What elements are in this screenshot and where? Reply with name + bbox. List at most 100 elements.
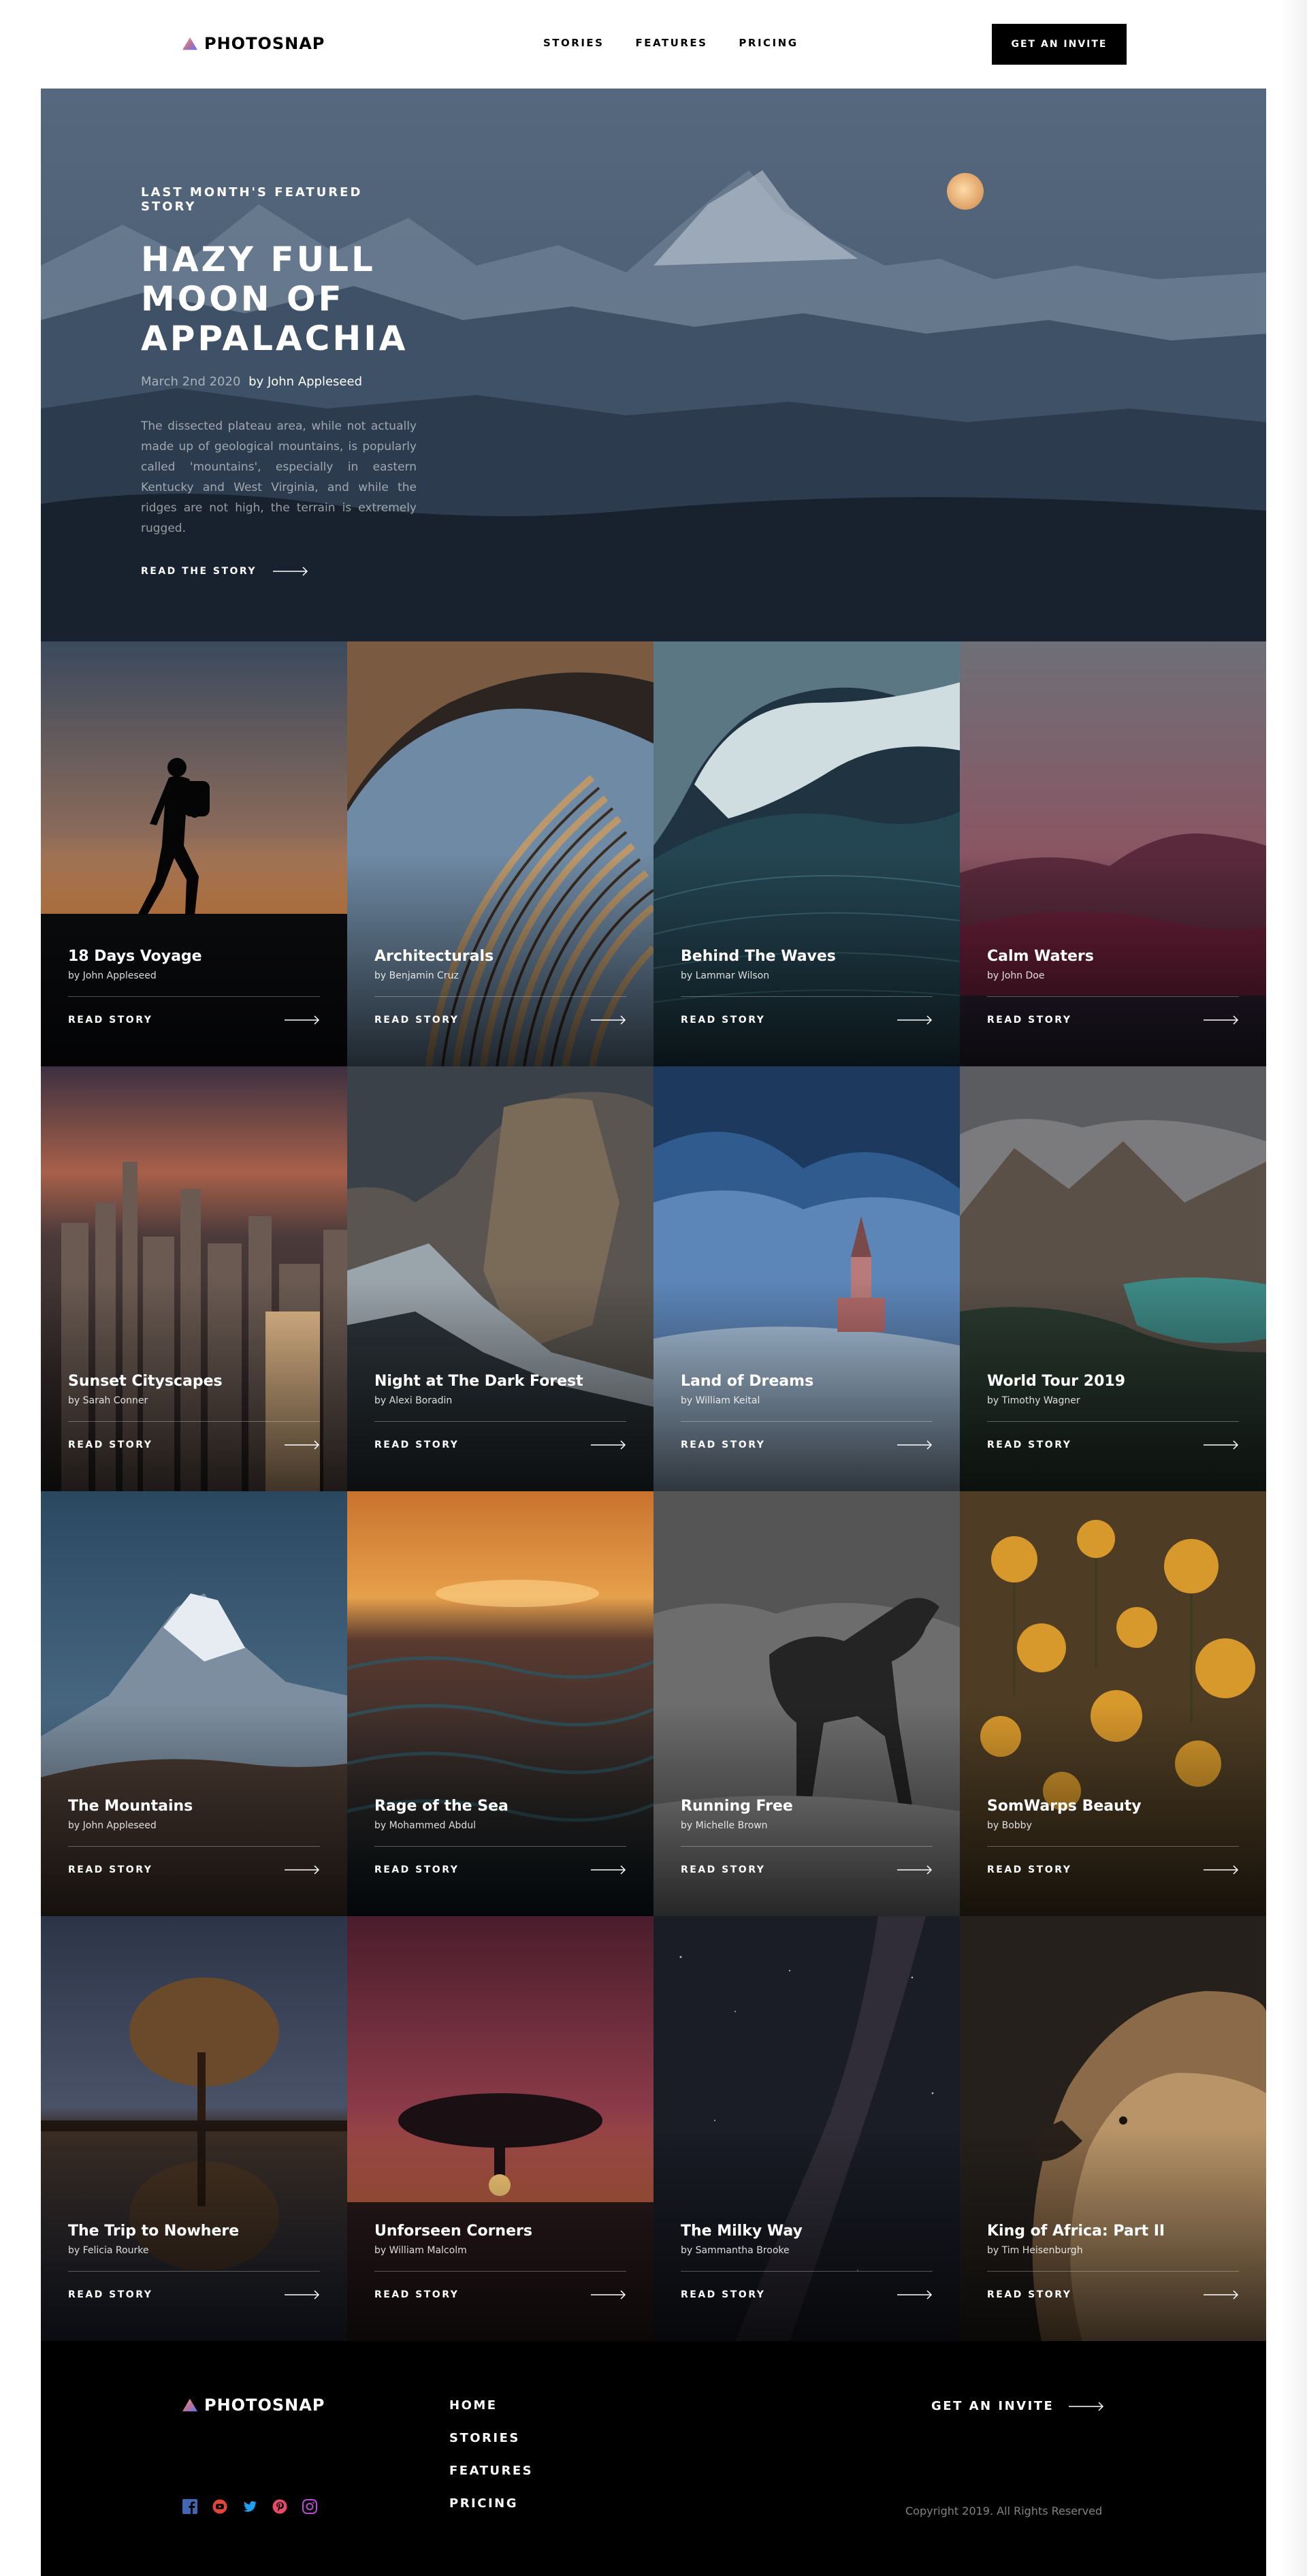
story-title: Land of Dreams	[681, 1373, 814, 1390]
hero-author: by John Appleseed	[248, 375, 363, 389]
read-story-link[interactable]: READ STORY	[681, 1015, 933, 1025]
hero-title-line: HAZY FULL	[141, 240, 376, 279]
story-card[interactable]: Land of Dreams by William Keital READ ST…	[654, 1066, 960, 1491]
nav-features[interactable]: FEATURES	[635, 37, 707, 49]
pinterest-icon[interactable]	[272, 2499, 287, 2514]
read-story-link[interactable]: READ STORY	[68, 1015, 320, 1025]
divider	[68, 1846, 320, 1847]
arrow-right-icon	[285, 1865, 320, 1875]
read-story-label: READ STORY	[374, 2289, 459, 2300]
arrow-right-icon	[897, 1015, 933, 1025]
read-story-link[interactable]: READ STORY	[681, 1440, 933, 1450]
divider	[987, 996, 1239, 997]
story-card[interactable]: Running Free by Michelle Brown READ STOR…	[654, 1491, 960, 1916]
story-title: Calm Waters	[987, 948, 1094, 965]
arrow-right-icon	[285, 1015, 320, 1025]
divider	[374, 2271, 626, 2272]
story-card[interactable]: King of Africa: Part II by Tim Heisenbur…	[960, 1916, 1266, 2341]
story-card-body: Running Free by Michelle Brown READ STOR…	[681, 1798, 933, 1875]
story-author: by Sarah Conner	[68, 1395, 148, 1406]
read-story-link[interactable]: READ STORY	[681, 2289, 933, 2300]
story-card-body: Calm Waters by John Doe READ STORY	[987, 948, 1239, 1025]
nav-pricing[interactable]: PRICING	[739, 37, 798, 49]
read-story-link[interactable]: READ STORY	[987, 2289, 1239, 2300]
footer-brand-logo[interactable]: PHOTOSNAP	[182, 2396, 325, 2415]
read-story-link[interactable]: READ STORY	[987, 1015, 1239, 1025]
story-card-body: Rage of the Sea by Mohammed Abdul READ S…	[374, 1798, 626, 1875]
footer-nav-features[interactable]: FEATURES	[449, 2464, 533, 2478]
footer-nav-pricing[interactable]: PRICING	[449, 2496, 533, 2511]
story-author: by Timothy Wagner	[987, 1395, 1080, 1406]
read-story-link[interactable]: READ STORY	[374, 1864, 626, 1875]
story-card-body: SomWarps Beauty by Bobby READ STORY	[987, 1798, 1239, 1875]
story-card-body: The Trip to Nowhere by Felicia Rourke RE…	[68, 2223, 320, 2300]
story-card[interactable]: The Milky Way by Sammantha Brooke READ S…	[654, 1916, 960, 2341]
arrow-right-icon	[591, 1865, 626, 1875]
brand-logo[interactable]: PHOTOSNAP	[182, 34, 325, 53]
story-title: Sunset Cityscapes	[68, 1373, 223, 1390]
arrow-right-icon	[273, 567, 308, 576]
story-author: by Felicia Rourke	[68, 2245, 149, 2256]
story-author: by Alexi Boradin	[374, 1395, 453, 1406]
story-card[interactable]: Calm Waters by John Doe READ STORY	[960, 641, 1266, 1066]
footer-nav-home[interactable]: HOME	[449, 2398, 533, 2413]
footer-get-invite-link[interactable]: GET AN INVITE	[931, 2399, 1104, 2413]
story-card[interactable]: Night at The Dark Forest by Alexi Boradi…	[347, 1066, 654, 1491]
story-title: Architecturals	[374, 948, 494, 965]
story-card-body: The Mountains by John Appleseed READ STO…	[68, 1798, 320, 1875]
story-author: by Sammantha Brooke	[681, 2245, 790, 2256]
read-story-link[interactable]: READ STORY	[68, 2289, 320, 2300]
story-card[interactable]: Rage of the Sea by Mohammed Abdul READ S…	[347, 1491, 654, 1916]
read-story-link[interactable]: READ STORY	[374, 1015, 626, 1025]
hero-title-line: MOON OF	[141, 279, 344, 319]
story-author: by John Appleseed	[68, 1820, 157, 1831]
divider	[68, 996, 320, 997]
divider	[374, 996, 626, 997]
story-author: by John Doe	[987, 970, 1045, 981]
story-card[interactable]: Behind The Waves by Lammar Wilson READ S…	[654, 641, 960, 1066]
read-story-link[interactable]: READ STORY	[68, 1440, 320, 1450]
hero-title-line: APPALACHIA	[141, 319, 408, 358]
hero-date: March 2nd 2020	[141, 375, 241, 389]
site-footer: PHOTOSNAP HOME STORIES FEATURES PRICING	[41, 2341, 1266, 2576]
get-invite-button[interactable]: GET AN INVITE	[992, 24, 1127, 65]
story-title: King of Africa: Part II	[987, 2223, 1165, 2240]
story-card[interactable]: The Mountains by John Appleseed READ STO…	[41, 1491, 347, 1916]
story-card[interactable]: Sunset Cityscapes by Sarah Conner READ S…	[41, 1066, 347, 1491]
featured-story-hero: LAST MONTH'S FEATURED STORY HAZY FULL MO…	[41, 89, 1266, 641]
arrow-right-icon	[285, 2290, 320, 2300]
arrow-right-icon	[591, 1015, 626, 1025]
arrow-right-icon	[285, 1440, 320, 1450]
story-author: by William Malcolm	[374, 2245, 467, 2256]
read-story-link[interactable]: READ STORY	[374, 2289, 626, 2300]
divider	[681, 996, 933, 997]
story-card[interactable]: Unforseen Corners by William Malcolm REA…	[347, 1916, 654, 2341]
read-story-link[interactable]: READ STORY	[374, 1440, 626, 1450]
divider	[681, 1846, 933, 1847]
story-card[interactable]: Architecturals by Benjamin Cruz READ STO…	[347, 641, 654, 1066]
story-card[interactable]: 18 Days Voyage by John Appleseed READ ST…	[41, 641, 347, 1066]
read-story-link[interactable]: READ STORY	[68, 1864, 320, 1875]
youtube-icon[interactable]	[212, 2499, 227, 2514]
hero-meta: March 2nd 2020 by John Appleseed	[141, 375, 417, 389]
read-story-link[interactable]: READ STORY	[987, 1440, 1239, 1450]
arrow-right-icon	[897, 2290, 933, 2300]
instagram-icon[interactable]	[302, 2499, 317, 2514]
nav-stories[interactable]: STORIES	[543, 37, 604, 49]
facebook-icon[interactable]	[182, 2499, 197, 2514]
story-card-body: King of Africa: Part II by Tim Heisenbur…	[987, 2223, 1239, 2300]
twitter-icon[interactable]	[242, 2499, 257, 2514]
story-grid: 18 Days Voyage by John Appleseed READ ST…	[41, 641, 1266, 2341]
social-links	[182, 2499, 317, 2514]
arrow-right-icon	[1204, 1015, 1239, 1025]
story-card[interactable]: SomWarps Beauty by Bobby READ STORY	[960, 1491, 1266, 1916]
read-story-link[interactable]: READ STORY	[987, 1864, 1239, 1875]
footer-nav: HOME STORIES FEATURES PRICING	[449, 2398, 533, 2511]
story-card-body: Sunset Cityscapes by Sarah Conner READ S…	[68, 1373, 320, 1450]
story-title: The Trip to Nowhere	[68, 2223, 240, 2240]
read-story-link[interactable]: READ STORY	[681, 1864, 933, 1875]
story-card[interactable]: World Tour 2019 by Timothy Wagner READ S…	[960, 1066, 1266, 1491]
read-the-story-link[interactable]: READ THE STORY	[141, 566, 417, 577]
story-card[interactable]: The Trip to Nowhere by Felicia Rourke RE…	[41, 1916, 347, 2341]
footer-nav-stories[interactable]: STORIES	[449, 2431, 533, 2445]
